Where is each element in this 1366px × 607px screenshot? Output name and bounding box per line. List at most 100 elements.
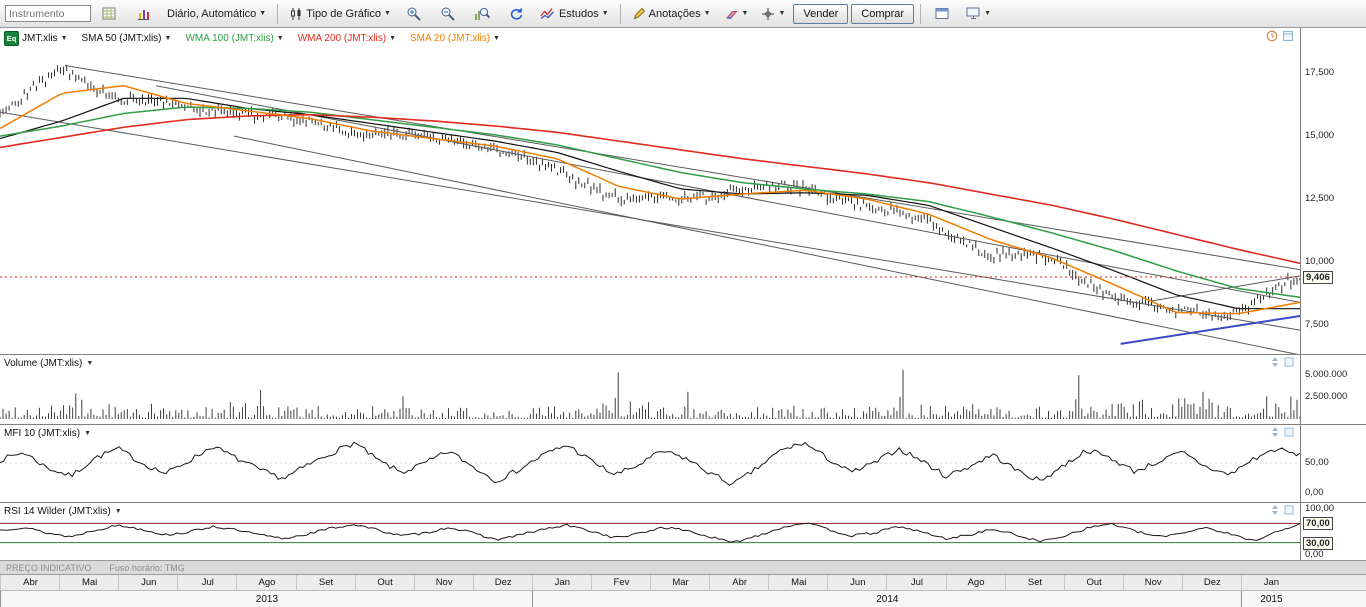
month-label: Mar — [650, 575, 710, 590]
chart-edit-icon — [136, 6, 151, 21]
eraser-dropdown[interactable]: ▼ — [719, 2, 754, 25]
month-label: Jan — [1241, 575, 1301, 590]
rsi-label: RSI 14 Wilder (JMT:xlis) — [4, 506, 111, 517]
panel-resize-icon[interactable] — [1270, 505, 1280, 515]
annotations-dropdown[interactable]: Anotações ▼ — [627, 2, 716, 25]
rsi-plot[interactable] — [0, 503, 1300, 561]
annotations-label: Anotações — [649, 8, 701, 20]
year-axis[interactable]: 201320142015 — [0, 590, 1366, 607]
month-label: Fev — [591, 575, 651, 590]
chevron-down-icon: ▼ — [384, 10, 391, 17]
rsi-axis[interactable]: 100,00 0,00 70,00 30,00 — [1300, 503, 1366, 560]
workspace-dropdown[interactable] — [927, 2, 958, 25]
price-axis[interactable]: 17,50015,00012,50010,0007,5009,406 — [1300, 28, 1366, 354]
panel-resize-icon[interactable] — [1270, 357, 1280, 367]
panel-resize-icon[interactable] — [1270, 427, 1280, 437]
axis-tick-label: 100,00 — [1305, 503, 1334, 514]
month-label: Mai — [768, 575, 828, 590]
pencil-icon — [632, 7, 646, 21]
rsi-level-label: 30,00 — [1303, 537, 1333, 550]
month-label: Dez — [473, 575, 533, 590]
time-axis[interactable]: AbrMaiJunJulAgoSetOutNovDezJanFevMarAbrM… — [0, 574, 1366, 590]
price-legend: EqJMT:xlis▼SMA 50 (JMT:xlis)▼WMA 100 (JM… — [4, 31, 500, 46]
main-toolbar: Diário, Automático ▼ Tipo de Gráfico ▼ — [0, 0, 1366, 28]
month-label: Ago — [946, 575, 1006, 590]
crosshair-icon — [761, 7, 775, 21]
legend-item-2[interactable]: WMA 100 (JMT:xlis)▼ — [185, 33, 283, 44]
legend-label: WMA 200 (JMT:xlis) — [298, 33, 386, 44]
timezone-label: Fuso horário: TMG — [109, 563, 184, 573]
buy-button[interactable]: Comprar — [851, 4, 914, 24]
chart-type-dropdown[interactable]: Tipo de Gráfico ▼ — [284, 2, 396, 25]
volume-plot[interactable] — [0, 355, 1300, 425]
panel-maximize-icon[interactable] — [1284, 505, 1294, 515]
volume-label: Volume (JMT:xlis) — [4, 358, 82, 369]
chevron-down-icon: ▼ — [984, 10, 991, 17]
chart-edit-button[interactable] — [128, 2, 159, 25]
instrument-input[interactable] — [5, 5, 91, 22]
legend-item-1[interactable]: SMA 50 (JMT:xlis)▼ — [82, 33, 172, 44]
chevron-down-icon: ▼ — [704, 10, 711, 17]
instrument-list-button[interactable] — [94, 2, 125, 25]
axis-tick-label: 5.000.000 — [1305, 369, 1347, 380]
equity-icon: Eq — [4, 31, 19, 46]
axis-tick-label: 50,00 — [1305, 457, 1329, 468]
clock-icon[interactable] — [1266, 30, 1278, 42]
chevron-down-icon: ▼ — [84, 430, 91, 437]
status-bar: PREÇO INDICATIVO Fuso horário: TMG — [0, 560, 1366, 574]
month-label: Out — [1064, 575, 1124, 590]
legend-item-4[interactable]: SMA 20 (JMT:xlis)▼ — [410, 33, 500, 44]
undo-button[interactable] — [501, 2, 532, 25]
chevron-down-icon: ▼ — [742, 10, 749, 17]
zoom-in-button[interactable] — [399, 2, 430, 25]
volume-axis[interactable]: 5.000.000 2.500.000 — [1300, 355, 1366, 424]
axis-tick-label: 0,00 — [1305, 487, 1324, 498]
year-label: 2014 — [532, 591, 1242, 607]
panel-maximize-icon[interactable] — [1284, 427, 1294, 437]
studies-dropdown[interactable]: Estudos ▼ — [535, 2, 614, 25]
chevron-down-icon: ▼ — [61, 35, 68, 42]
month-label: Abr — [709, 575, 769, 590]
month-label: Jun — [118, 575, 178, 590]
chevron-down-icon: ▼ — [389, 35, 396, 42]
month-label: Nov — [414, 575, 474, 590]
undo-icon — [508, 6, 524, 21]
month-label: Jul — [886, 575, 946, 590]
zoom-out-button[interactable] — [433, 2, 464, 25]
mfi-plot[interactable] — [0, 425, 1300, 503]
chevron-down-icon: ▼ — [277, 35, 284, 42]
volume-panel: Volume (JMT:xlis) ▼ 5.000.000 2.500.000 — [0, 354, 1366, 424]
panel-maximize-icon[interactable] — [1284, 357, 1294, 367]
monitor-icon — [966, 7, 981, 20]
mfi-panel: MFI 10 (JMT:xlis) ▼ 50,00 0,00 — [0, 424, 1366, 502]
legend-item-instrument[interactable]: EqJMT:xlis▼ — [4, 31, 68, 46]
timeframe-label: Diário, Automático — [167, 8, 256, 20]
axis-tick-label: 10,000 — [1305, 256, 1334, 267]
mfi-label: MFI 10 (JMT:xlis) — [4, 428, 80, 439]
legend-item-3[interactable]: WMA 200 (JMT:xlis)▼ — [298, 33, 396, 44]
price-plot[interactable] — [0, 28, 1300, 354]
axis-tick-label: 2.500.000 — [1305, 391, 1347, 402]
volume-label-row[interactable]: Volume (JMT:xlis) ▼ — [4, 358, 93, 369]
rsi-level-label: 70,00 — [1303, 517, 1333, 530]
month-label: Set — [1005, 575, 1065, 590]
layout-dropdown[interactable]: ▼ — [961, 2, 996, 25]
axis-tick-label: 17,500 — [1305, 67, 1334, 78]
axis-tick-label: 0,00 — [1305, 549, 1324, 560]
legend-label: JMT:xlis — [22, 33, 58, 44]
timeframe-dropdown[interactable]: Diário, Automático ▼ — [162, 2, 271, 25]
crosshair-dropdown[interactable]: ▼ — [756, 2, 790, 25]
sell-button[interactable]: Vender — [793, 4, 848, 24]
rsi-label-row[interactable]: RSI 14 Wilder (JMT:xlis) ▼ — [4, 506, 122, 517]
chevron-down-icon: ▼ — [602, 10, 609, 17]
chevron-down-icon: ▼ — [778, 10, 785, 17]
month-label: Ago — [236, 575, 296, 590]
mfi-label-row[interactable]: MFI 10 (JMT:xlis) ▼ — [4, 428, 91, 439]
chevron-down-icon: ▼ — [259, 10, 266, 17]
mfi-axis[interactable]: 50,00 0,00 — [1300, 425, 1366, 502]
toolbar-separator — [620, 4, 621, 24]
instrument-list-icon — [102, 6, 117, 21]
zoom-range-button[interactable] — [467, 2, 498, 25]
maximize-icon[interactable] — [1282, 30, 1294, 42]
month-label: Mai — [59, 575, 119, 590]
